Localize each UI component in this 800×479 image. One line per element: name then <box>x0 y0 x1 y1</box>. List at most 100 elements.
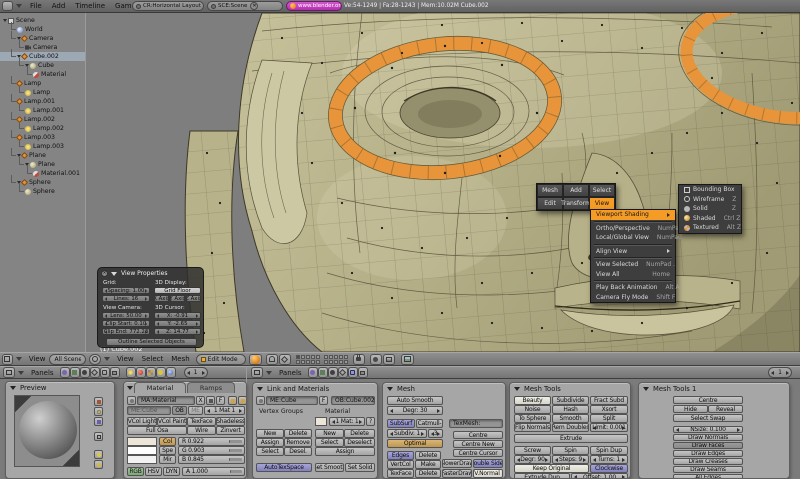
set-smooth-button[interactable]: Set Smooth <box>315 463 344 472</box>
texture-buttons-icon[interactable] <box>145 367 156 378</box>
material-delete-button[interactable]: Delete <box>344 429 375 438</box>
clear-material-button[interactable]: X <box>196 396 205 405</box>
set-solid-button[interactable]: Set Solid <box>345 463 375 472</box>
outliner-item-cube-mesh[interactable]: Cube <box>0 57 85 70</box>
menu-item-align-view[interactable]: Align View <box>591 247 675 257</box>
scene-selector[interactable]: SCE:Scene ✕ <box>207 1 283 11</box>
viewport-select-menu[interactable]: Select <box>138 355 168 363</box>
collapse-icon[interactable] <box>111 272 117 276</box>
editor-type-icon[interactable] <box>251 367 263 378</box>
material-name-field[interactable]: MA:Material <box>137 396 195 405</box>
centre-cursor-button[interactable]: Centre Cursor <box>453 449 503 457</box>
vgroup-assign-button[interactable]: Assign <box>256 438 284 447</box>
mesh-name-field[interactable]: ME:Cube <box>266 396 318 405</box>
collapse-icon[interactable] <box>514 387 520 391</box>
outline-selected-button[interactable]: Outline Selected Objects <box>106 338 197 346</box>
outliner-view-menu[interactable]: View <box>25 355 50 363</box>
double-sided-toggle[interactable]: Double Sided <box>473 459 503 468</box>
outliner-display-selector[interactable]: All Scenes <box>49 353 86 365</box>
flip-normals-button[interactable]: Flip Normals <box>514 423 551 432</box>
auto-smooth-toggle[interactable]: Auto Smooth <box>387 396 443 405</box>
select-swap-button[interactable]: Select Swap <box>673 414 743 422</box>
shadeless-toggle[interactable]: Shadeless <box>216 417 245 426</box>
version-link[interactable]: www.blender.org 235 <box>286 1 342 11</box>
frame-counter[interactable]: 1 <box>768 367 792 378</box>
vcol-light-toggle[interactable]: VCol Light <box>127 417 157 426</box>
draw-normals-toggle[interactable]: Draw Normals <box>673 434 743 441</box>
extrude-button[interactable]: Extrude <box>514 434 628 443</box>
dyn-mode-toggle[interactable]: DYN <box>163 467 180 476</box>
outliner-item-lamp-obj[interactable]: Lamp <box>0 75 85 88</box>
preview-sphere-icon[interactable] <box>94 407 103 416</box>
menu-add[interactable]: Add <box>47 2 71 10</box>
menu-item-wireframe[interactable]: Wireframe Z <box>679 195 741 205</box>
header-collapse-icon[interactable] <box>16 4 22 8</box>
copy-material-icon[interactable] <box>228 396 237 405</box>
radiosity-buttons-icon[interactable] <box>155 367 166 378</box>
script-context-icon[interactable] <box>317 367 328 378</box>
logic-context-icon[interactable] <box>307 367 318 378</box>
reveal-button[interactable]: Reveal <box>708 405 743 413</box>
menu-item-camera-fly-mode[interactable]: Camera Fly Mode Shift F <box>591 293 675 303</box>
fake-user-button[interactable]: F <box>216 396 225 405</box>
screw-button[interactable]: Screw <box>514 446 551 455</box>
toolbox-select[interactable]: Select <box>589 184 615 197</box>
material-index-stepper[interactable]: 1 Mat 1 <box>204 406 245 415</box>
rem-doubles-button[interactable]: Rem Doubles <box>552 423 589 432</box>
header-menu-collapse-icon[interactable] <box>104 357 110 361</box>
extrude-dup-button[interactable]: Extrude Dup <box>514 473 570 478</box>
wire-toggle[interactable]: Wire <box>187 426 216 435</box>
spe-channel-toggle[interactable]: Spe <box>159 446 176 455</box>
z-axis-toggle[interactable]: Z Axis <box>186 295 201 302</box>
material-assign-button[interactable]: Assign <box>315 447 375 456</box>
close-icon[interactable]: ✕ <box>101 270 108 277</box>
menu-item-bounding-box[interactable]: Bounding Box <box>679 185 741 195</box>
alpha-slider[interactable]: A 1.000 <box>182 467 245 476</box>
toolbox-mesh[interactable]: Mesh <box>537 184 563 197</box>
texface-delete-button[interactable]: Delete <box>415 469 441 478</box>
material-index-stepper[interactable]: 1 Mat: 1 <box>329 417 365 426</box>
material-new-button[interactable]: New <box>315 429 344 438</box>
object-context-icon[interactable] <box>89 367 100 378</box>
browse-material-icon[interactable] <box>127 396 136 405</box>
select-mode-icon[interactable] <box>369 353 382 365</box>
degr-stepper[interactable]: Degr: 90 <box>514 455 551 464</box>
object-name-field[interactable]: OB:Cube.002 <box>331 396 375 405</box>
lock-icon[interactable] <box>352 353 365 365</box>
vgroup-remove-button[interactable]: Remove <box>284 438 312 447</box>
degr-stepper[interactable]: Degr: 30 <box>387 406 443 415</box>
texmesh-field[interactable]: TexMesh: <box>449 419 503 428</box>
layer-buttons[interactable] <box>323 354 348 364</box>
link-materials-panel[interactable]: Link and Materials ME:Cube F OB:Cube.002… <box>252 382 378 479</box>
xsort-button[interactable]: Xsort <box>590 405 628 414</box>
faster-draw-button[interactable]: FasterDraw <box>442 469 472 478</box>
browse-icon[interactable] <box>136 3 141 9</box>
snap-icon[interactable] <box>278 353 291 365</box>
x-axis-toggle[interactable]: X Axis <box>154 295 169 302</box>
shading-context-icon[interactable] <box>327 367 338 378</box>
rgb-mode-toggle[interactable]: RGB <box>127 467 144 476</box>
beauty-toggle[interactable]: Beauty <box>514 396 551 405</box>
draw-seams-toggle[interactable]: Draw Seams <box>673 466 743 473</box>
layer-buttons[interactable] <box>295 354 320 364</box>
turns-stepper[interactable]: Turns: 1 <box>590 455 628 464</box>
draw-mode-icon[interactable] <box>248 353 262 365</box>
col-channel-toggle[interactable]: Col <box>159 437 176 446</box>
grid-spacing-field[interactable]: Spacing: 1.00 <box>102 287 150 294</box>
outliner-item-plane-obj[interactable]: Plane <box>0 147 85 160</box>
mesh-panel[interactable]: Mesh Auto Smooth Degr: 30 SubSurf Catmul… <box>382 382 506 479</box>
header-menu-collapse-icon[interactable] <box>15 357 22 361</box>
draw-edges-toggle[interactable]: Draw Edges <box>673 450 743 457</box>
tab-material[interactable]: Material <box>134 382 186 393</box>
collapse-icon[interactable] <box>10 386 16 390</box>
frame-counter[interactable]: 1 <box>183 367 208 378</box>
mir-channel-toggle[interactable]: Mir <box>159 455 176 464</box>
mesh-tools-1-panel[interactable]: Mesh Tools 1 Centre Hide Reveal Select S… <box>638 382 790 479</box>
collapse-icon[interactable] <box>257 387 263 391</box>
menu-item-solid[interactable]: Solid Z <box>679 204 741 214</box>
outliner-item-lamp003-obj[interactable]: Lamp.003 <box>0 129 85 142</box>
outliner-item-lamp001-obj[interactable]: Lamp.001 <box>0 93 85 106</box>
editor-type-icon[interactable] <box>89 353 101 365</box>
material-select-button[interactable]: Select <box>315 438 344 447</box>
preview-flat-icon[interactable] <box>94 397 103 406</box>
